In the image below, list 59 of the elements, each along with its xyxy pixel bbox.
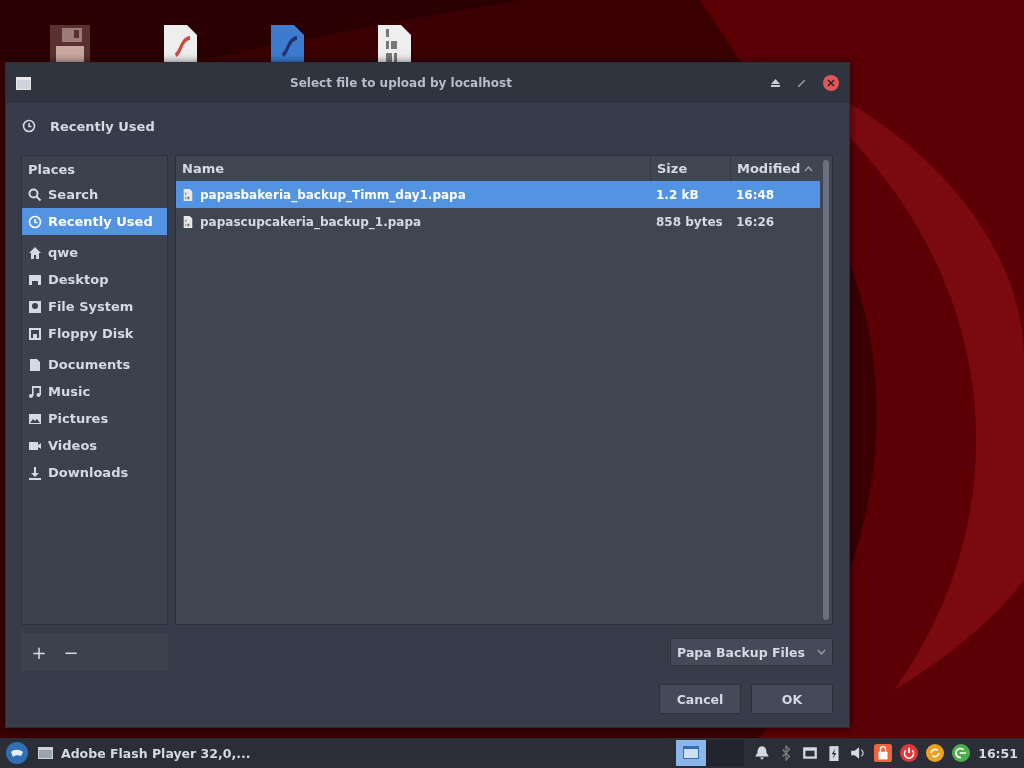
sidebar-item[interactable]: qwe	[22, 239, 167, 266]
sidebar-item[interactable]: Downloads	[22, 459, 167, 486]
file-row[interactable]: papascupcakeria_backup_1.papa 858 bytes 16:26	[176, 208, 820, 235]
logout-icon	[952, 744, 971, 762]
search-icon	[28, 187, 42, 202]
power-icon	[900, 744, 919, 762]
file-size: 858 bytes	[655, 214, 724, 229]
bell-icon	[754, 745, 771, 761]
desktop-icon	[28, 272, 42, 287]
music-icon	[28, 384, 42, 399]
maximize-icon[interactable]	[771, 79, 780, 87]
chevron-down-icon	[817, 649, 826, 655]
volume-icon	[850, 745, 867, 761]
lock-icon	[874, 744, 893, 762]
file-name: papasbakeria_backup_Timm_day1.papa	[200, 187, 466, 202]
clock-icon	[28, 214, 42, 229]
sidebar-item[interactable]: Floppy Disk	[22, 320, 167, 347]
add-button[interactable]: +	[27, 640, 51, 664]
sidebar-item[interactable]: Search	[22, 181, 167, 208]
scrollbar[interactable]	[823, 160, 829, 620]
flash-file-icon[interactable]	[164, 25, 197, 62]
remove-button[interactable]: −	[59, 640, 83, 664]
ok-button[interactable]: OK	[751, 684, 833, 714]
network-icon	[802, 745, 819, 761]
file-modified: 16:48	[735, 187, 776, 202]
clock[interactable]: 16:51	[978, 745, 1018, 761]
binary-file-icon	[182, 214, 194, 229]
window-title: Select file to upload by localhost	[289, 76, 513, 90]
document-icon	[28, 357, 42, 372]
sidebar-item[interactable]: File System	[22, 293, 167, 320]
window-icon	[16, 76, 31, 90]
places-heading: Places	[27, 161, 77, 179]
floppy-icon	[28, 326, 42, 341]
file-size: 1.2 kB	[655, 187, 700, 202]
column-header[interactable]: Name	[176, 156, 650, 181]
drive-icon	[28, 299, 42, 314]
sidebar-item[interactable]: Music	[22, 378, 167, 405]
file-name: papascupcakeria_backup_1.papa	[200, 214, 422, 229]
picture-icon	[28, 411, 42, 426]
sidebar-item[interactable]: Videos	[22, 432, 167, 459]
sidebar-item[interactable]: Desktop	[22, 266, 167, 293]
file-type-dropdown[interactable]: Papa Backup Files	[670, 638, 833, 666]
cancel-button[interactable]: Cancel	[659, 684, 741, 714]
menu-icon[interactable]	[6, 742, 28, 764]
refresh-icon	[926, 744, 945, 762]
binary-file-icon[interactable]	[378, 25, 411, 62]
workspace-icon[interactable]	[676, 740, 707, 766]
file-modified: 16:26	[735, 214, 776, 229]
download-icon	[28, 465, 42, 480]
location-label[interactable]: Recently Used	[50, 118, 155, 134]
clock-icon	[22, 119, 36, 133]
sidebar-item[interactable]: Pictures	[22, 405, 167, 432]
binary-file-icon	[182, 187, 194, 202]
window-icon	[38, 747, 53, 759]
floppy-icon[interactable]	[50, 25, 90, 62]
close-icon[interactable]	[823, 75, 839, 91]
home-icon	[28, 245, 42, 260]
taskbar-button[interactable]: Adobe Flash Player 32,0,...	[38, 745, 667, 761]
sidebar-item[interactable]: Documents	[22, 351, 167, 378]
